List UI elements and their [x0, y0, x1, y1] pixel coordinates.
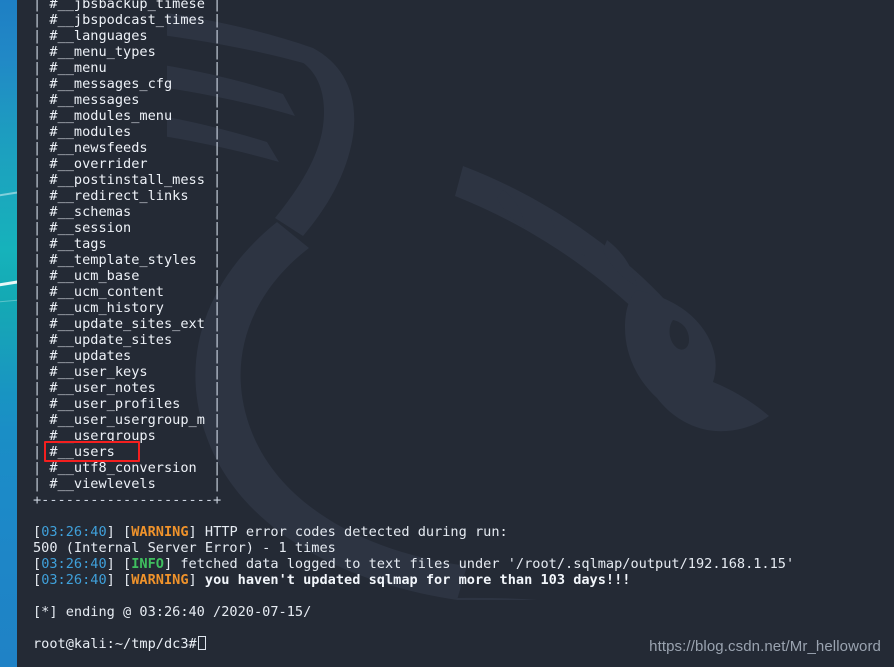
table-right-border: | [213, 460, 222, 476]
table-right-border: | [213, 60, 222, 76]
table-row: | #__jbsbackup_timese [33, 0, 205, 12]
table-right-border: | [213, 300, 222, 316]
table-right-border: | [213, 396, 222, 412]
screenshot-root: | #__jbsbackup_timese | #__jbspodcast_ti… [0, 0, 894, 667]
table-row-users: | #__users [33, 444, 115, 460]
table-row: | #__messages_cfg [33, 76, 173, 92]
table-row: | #__user_keys [33, 364, 148, 380]
table-right-border: | [213, 284, 222, 300]
table-right-border: | [213, 44, 222, 60]
table-row: | #__overrider [33, 156, 148, 172]
table-right-border: | [213, 444, 222, 460]
table-row: | #__session [33, 220, 132, 236]
table-right-border: | [213, 380, 222, 396]
table-right-border: | [213, 12, 222, 28]
table-row: | #__user_notes [33, 380, 156, 396]
desktop-wallpaper-strip [0, 0, 34, 667]
log-line-info-fetched: [03:26:40] [INFO] fetched data logged to… [33, 556, 795, 572]
table-row: | #__postinstall_mess [33, 172, 205, 188]
table-right-border: | [213, 108, 222, 124]
table-bottom-border: +---------------------+ [33, 492, 222, 508]
table-row: | #__ucm_content [33, 284, 164, 300]
table-row: | #__tags [33, 236, 107, 252]
table-row: | #__newsfeeds [33, 140, 148, 156]
table-right-border: | [213, 428, 222, 444]
table-row: | #__ucm_history [33, 300, 164, 316]
table-row: | #__schemas [33, 204, 132, 220]
log-line-warning-http: [03:26:40] [WARNING] HTTP error codes de… [33, 524, 508, 540]
table-right-border: | [213, 316, 222, 332]
shell-prompt-line[interactable]: root@kali:~/tmp/dc3# [33, 636, 206, 652]
log-line-ending: [*] ending @ 03:26:40 /2020-07-15/ [33, 604, 312, 620]
table-row: | #__viewlevels [33, 476, 156, 492]
table-right-border: | [213, 412, 222, 428]
table-right-border: | [213, 252, 222, 268]
table-right-border: | [213, 268, 222, 284]
table-right-border: | [213, 364, 222, 380]
table-row: | #__menu_types [33, 44, 156, 60]
table-row: | #__menu [33, 60, 107, 76]
table-right-border: | [213, 172, 222, 188]
table-row: | #__utf8_conversion [33, 460, 197, 476]
table-right-border: | [213, 92, 222, 108]
table-right-border: | [213, 156, 222, 172]
table-row: | #__languages [33, 28, 148, 44]
table-row: | #__jbspodcast_times [33, 12, 205, 28]
table-row: | #__modules [33, 124, 132, 140]
table-right-border: | [213, 124, 222, 140]
terminal-text-layer: | #__jbsbackup_timese | #__jbspodcast_ti… [17, 0, 894, 667]
table-row: | #__update_sites_ext [33, 316, 205, 332]
table-row: | #__usergroups [33, 428, 156, 444]
log-line-500-error: 500 (Internal Server Error) - 1 times [33, 540, 336, 556]
table-row: | #__ucm_base [33, 268, 140, 284]
table-row: | #__update_sites [33, 332, 173, 348]
table-row: | #__redirect_links [33, 188, 189, 204]
table-row: | #__template_styles [33, 252, 197, 268]
table-right-border: | [213, 236, 222, 252]
text-cursor [197, 636, 206, 650]
table-right-border: | [213, 348, 222, 364]
table-right-border: | [213, 332, 222, 348]
table-right-border: | [213, 0, 222, 12]
table-right-border: | [213, 140, 222, 156]
table-right-border: | [213, 220, 222, 236]
log-line-warning-update: [03:26:40] [WARNING] you haven't updated… [33, 572, 631, 588]
table-row: | #__updates [33, 348, 132, 364]
blog-watermark: https://blog.csdn.net/Mr_helloword [649, 638, 881, 655]
table-right-border: | [213, 188, 222, 204]
table-row: | #__modules_menu [33, 108, 173, 124]
table-row: | #__user_usergroup_m [33, 412, 205, 428]
table-right-border: | [213, 28, 222, 44]
table-row: | #__user_profiles [33, 396, 181, 412]
table-right-border: | [213, 204, 222, 220]
terminal-window[interactable]: | #__jbsbackup_timese | #__jbspodcast_ti… [17, 0, 894, 667]
table-row: | #__messages [33, 92, 140, 108]
table-right-border: | [213, 476, 222, 492]
table-right-border: | [213, 76, 222, 92]
